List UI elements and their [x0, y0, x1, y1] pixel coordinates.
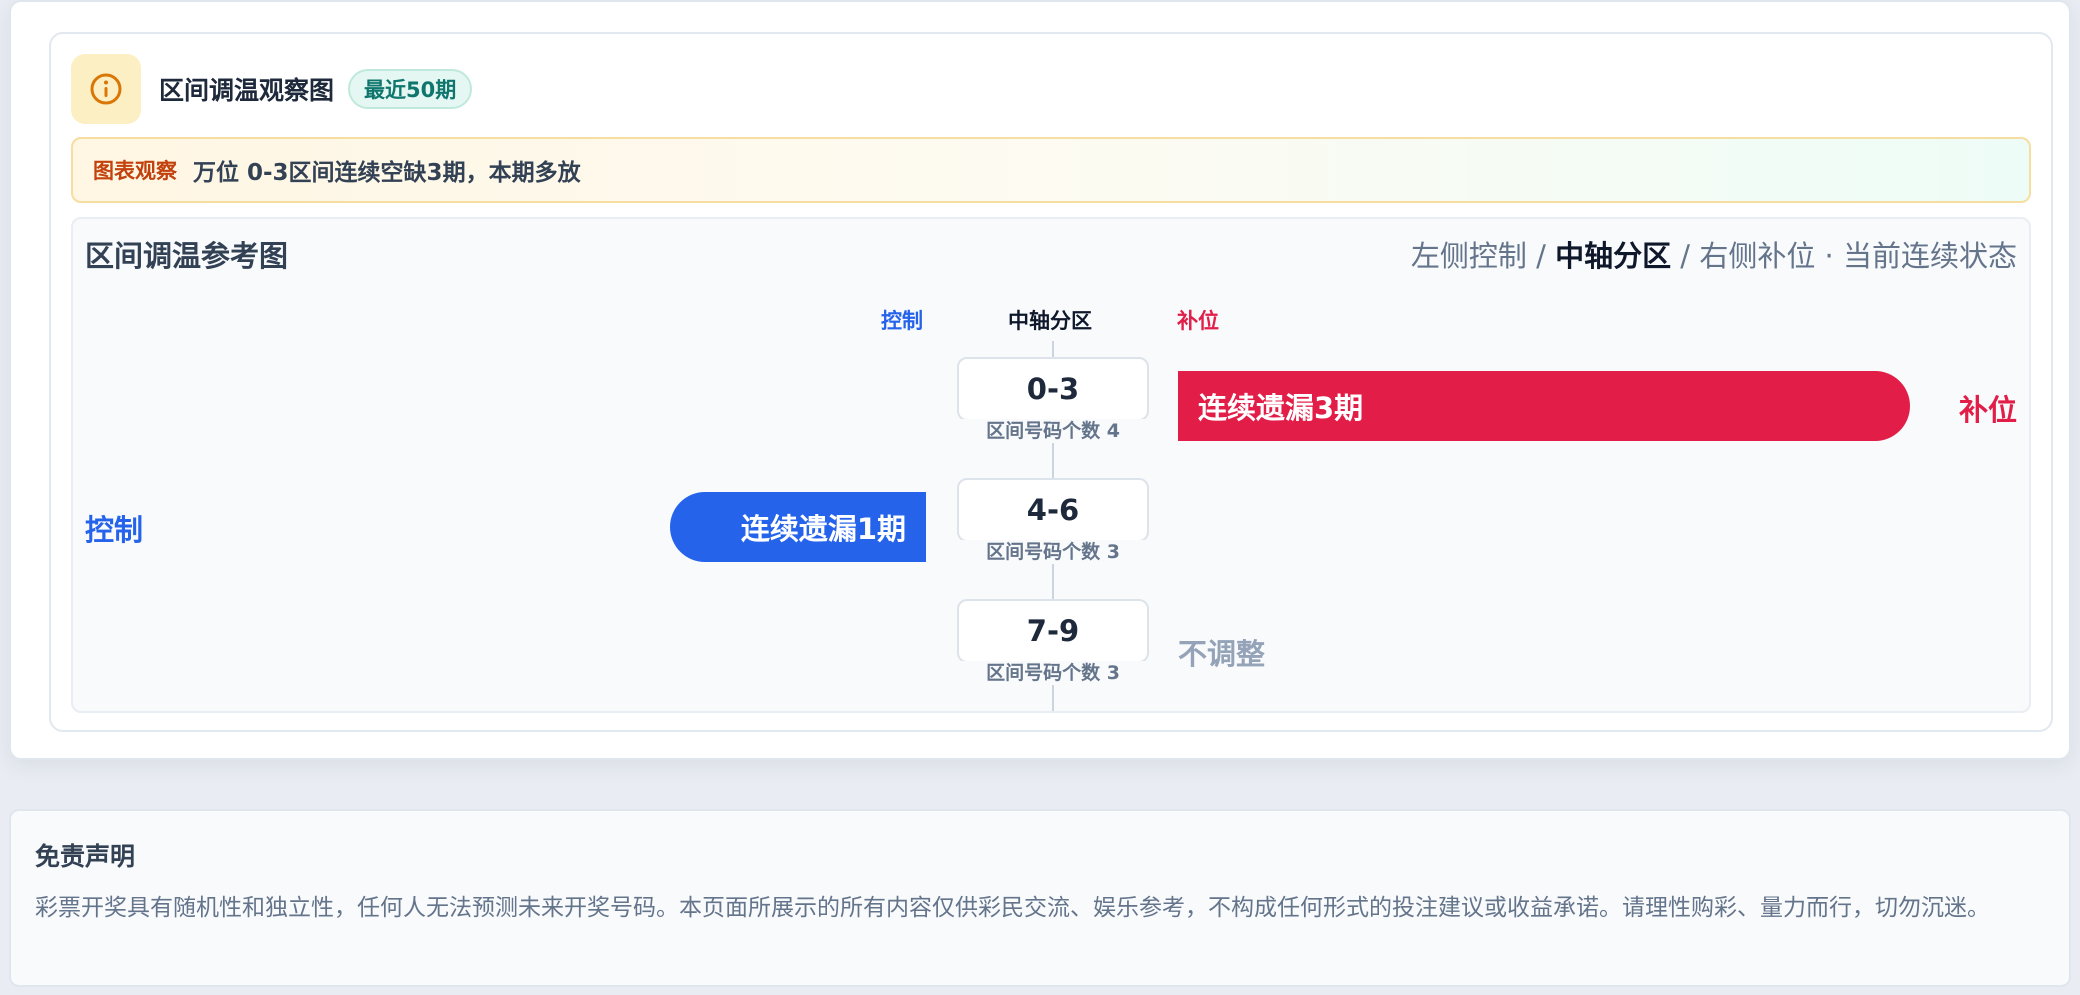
card-title: 区间调温观察图: [159, 76, 335, 105]
observation-banner: 图表观察 万位 0-3区间连续空缺3期，本期多放: [71, 137, 2031, 203]
disclaimer-title: 免责声明: [35, 842, 136, 871]
column-header-control: 控制: [881, 309, 923, 333]
fill-status-bar: 连续遗漏3期: [1178, 371, 1910, 441]
column-header-axis: 中轴分区: [1008, 309, 1092, 333]
zone-range-box: 4-6: [957, 478, 1149, 542]
side-label-control: 控制: [85, 513, 144, 547]
legend-separator: /: [1526, 239, 1556, 273]
column-header-fill: 补位: [1177, 309, 1219, 333]
fill-status-text: 连续遗漏3期: [1198, 391, 1364, 425]
legend-state: 当前连续状态: [1842, 239, 2017, 273]
control-status-bar: 连续遗漏1期: [670, 492, 926, 562]
legend-separator: /: [1671, 239, 1700, 273]
legend-left: 左侧控制: [1410, 239, 1527, 273]
side-label-fill: 补位: [1958, 393, 2017, 427]
legend-right: 右侧补位: [1699, 239, 1816, 273]
card-header: 区间调温观察图 最近50期: [71, 54, 473, 124]
zone-range-box: 7-9: [957, 599, 1149, 663]
observation-label: 图表观察: [93, 159, 177, 183]
disclaimer-text: 彩票开奖具有随机性和独立性，任何人无法预测未来开奖号码。本页面所展示的所有内容仅…: [35, 895, 1990, 921]
period-badge: 最近50期: [348, 69, 473, 109]
no-adjust-status: 不调整: [1178, 637, 1266, 671]
temperature-card: 区间调温观察图 最近50期 图表观察 万位 0-3区间连续空缺3期，本期多放 区…: [9, 0, 2071, 760]
zone-range-box: 0-3: [957, 357, 1149, 421]
legend-center: 中轴分区: [1555, 239, 1672, 273]
disclaimer-section: 免责声明 彩票开奖具有随机性和独立性，任何人无法预测未来开奖号码。本页面所展示的…: [9, 809, 2071, 987]
legend-dot: ·: [1815, 239, 1843, 273]
reference-chart: 区间调温参考图 左侧控制 / 中轴分区 / 右侧补位 · 当前连续状态 控制 中…: [71, 217, 2031, 713]
observation-text: 万位 0-3区间连续空缺3期，本期多放: [193, 160, 581, 186]
zone-count-label: 区间号码个数 3: [953, 540, 1153, 564]
zone-count-label: 区间号码个数 3: [953, 661, 1153, 685]
zone-count-label: 区间号码个数 4: [953, 419, 1153, 443]
control-status-text: 连续遗漏1期: [740, 512, 906, 546]
info-icon: [71, 54, 141, 124]
reference-title: 区间调温参考图: [85, 239, 289, 273]
reference-legend: 左侧控制 / 中轴分区 / 右侧补位 · 当前连续状态: [1411, 233, 2017, 275]
chart-card: 区间调温观察图 最近50期 图表观察 万位 0-3区间连续空缺3期，本期多放 区…: [49, 32, 2053, 732]
